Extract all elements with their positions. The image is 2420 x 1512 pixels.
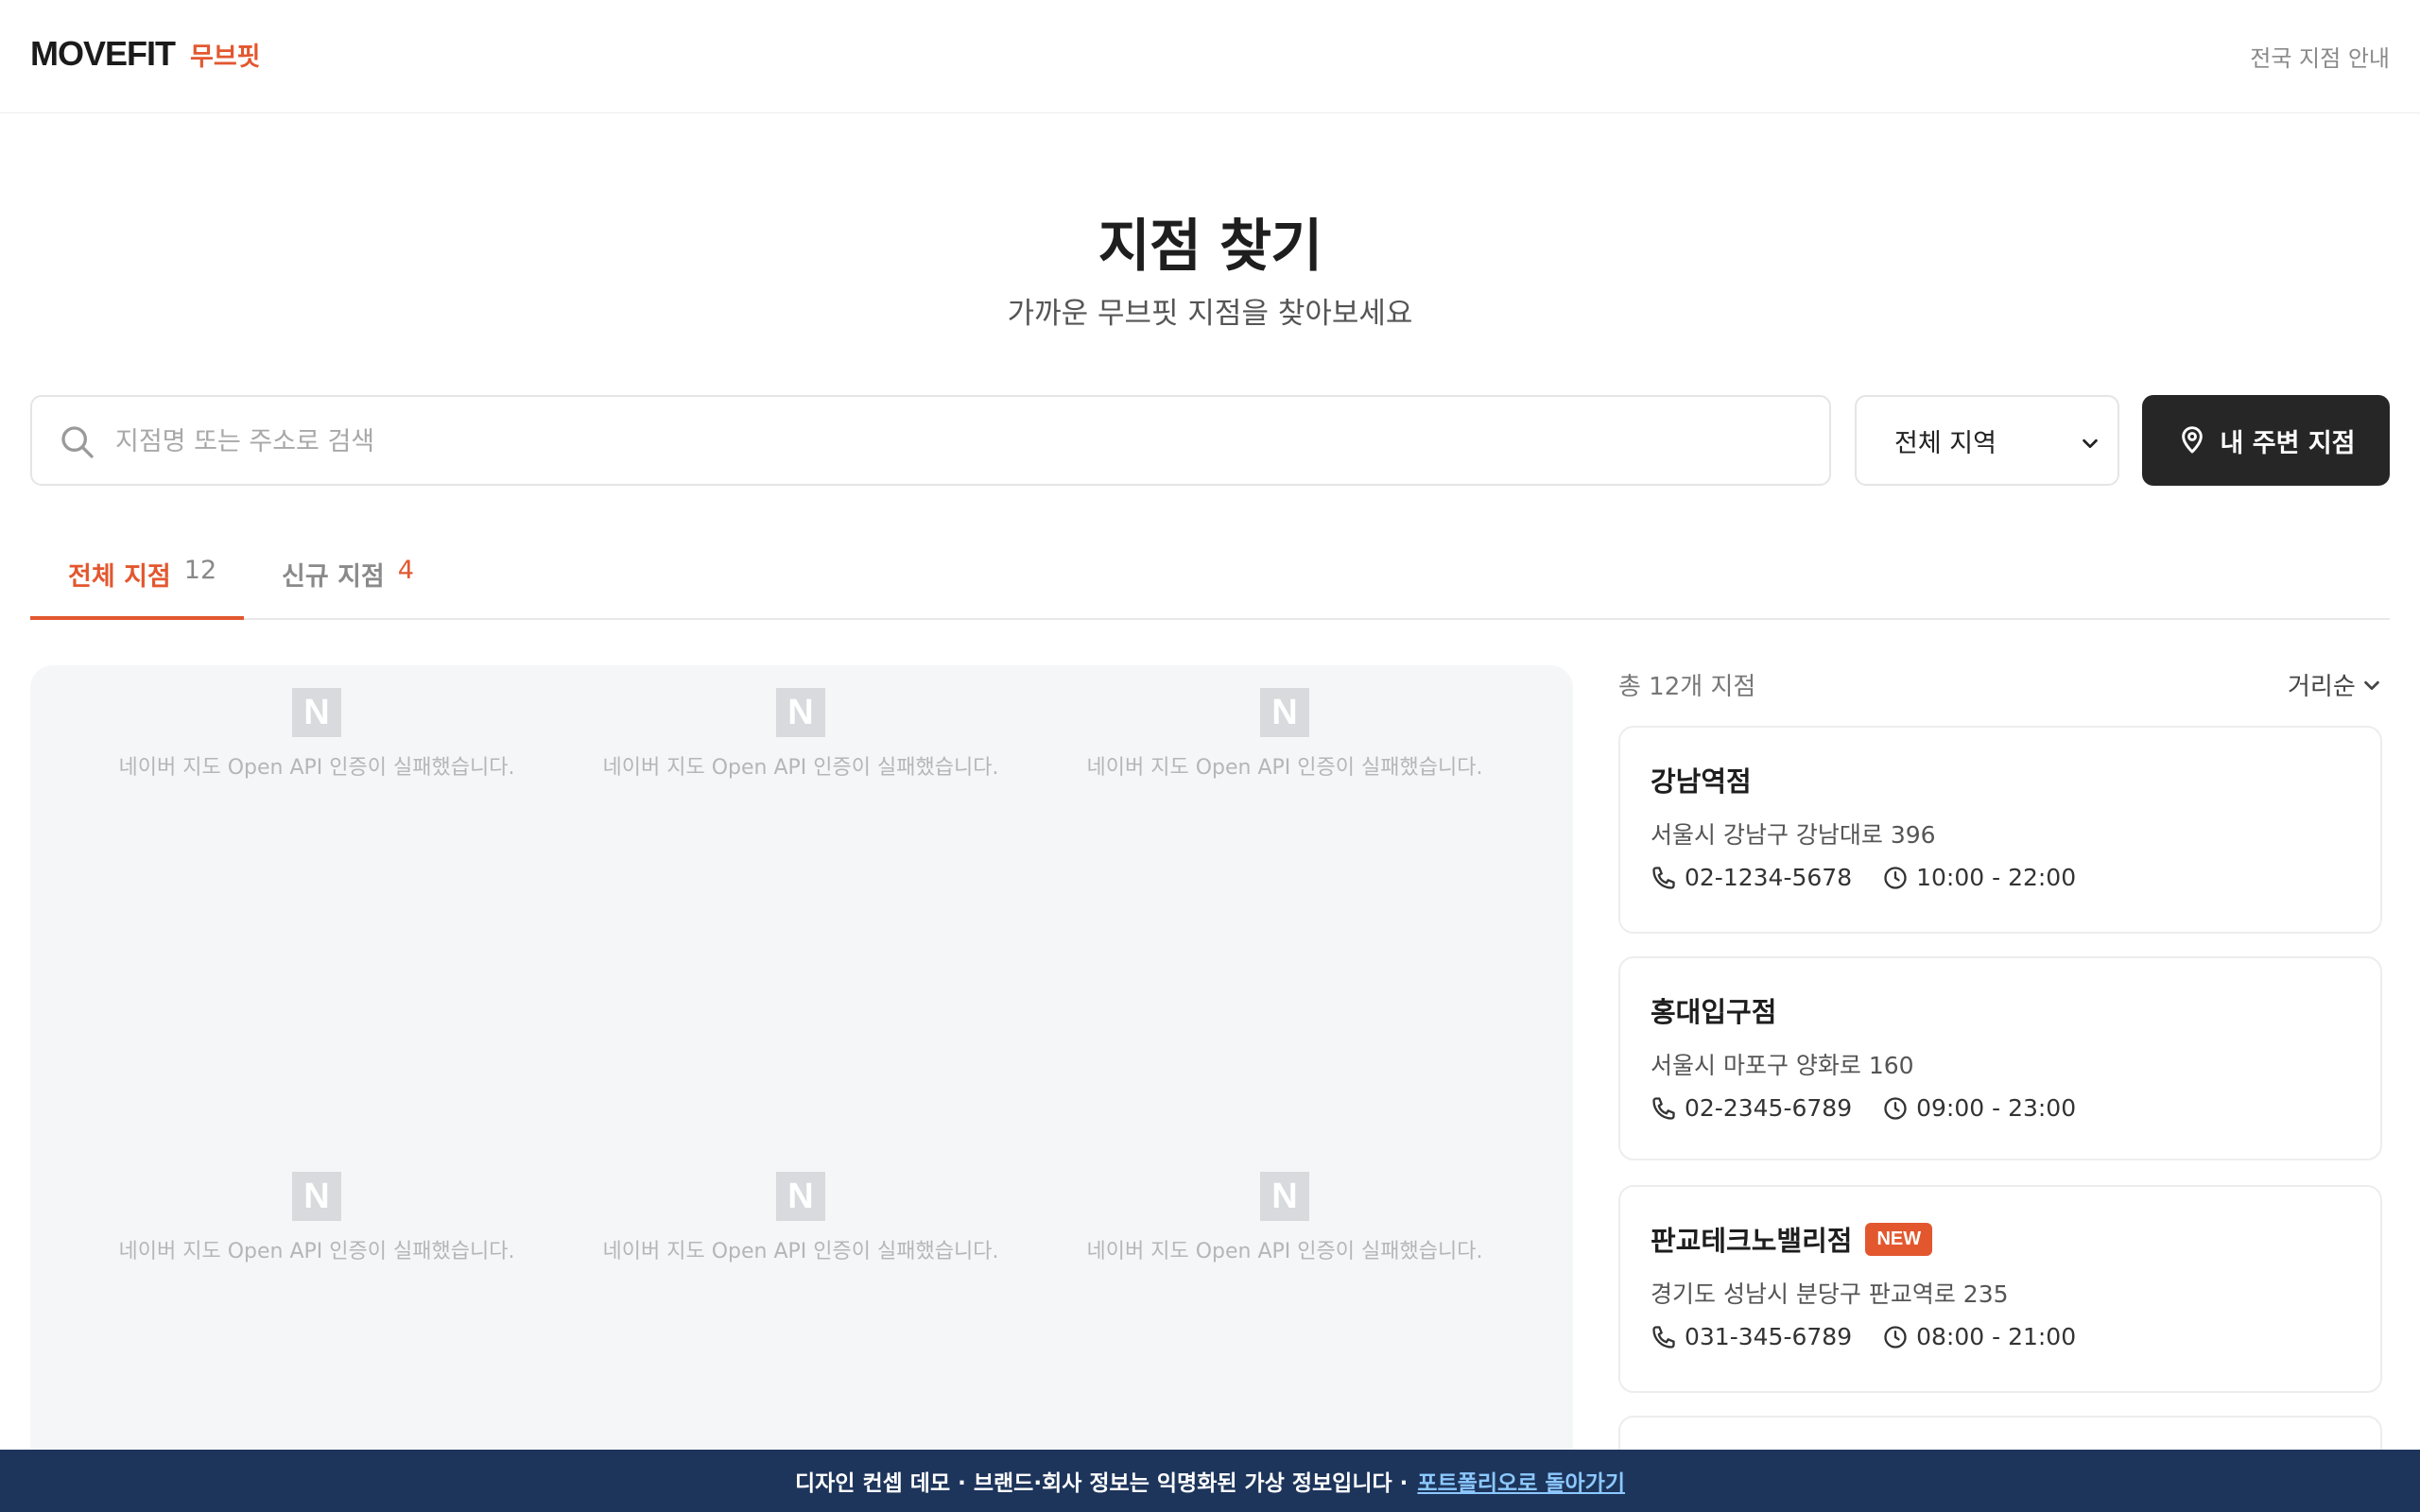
map-error-message: 네이버 지도 Open API 인증이 실패했습니다. [1086,1240,1483,1263]
branch-total-count: 총 12개 지점 [1618,673,1756,701]
branch-name: 판교테크노밸리점 [1651,1225,1853,1257]
naver-n-icon: N [292,688,341,737]
branch-hours: 09:00 - 23:00 [1916,1094,2077,1122]
map-tile: N 네이버 지도 Open API 인증이 실패했습니다. [1048,688,1521,781]
map-error-message: 네이버 지도 Open API 인증이 실패했습니다. [1086,756,1483,780]
branch-phone[interactable]: 02-2345-6789 [1685,1094,1852,1122]
logo-text-en: MOVEFIT [30,34,176,73]
location-pin-icon [2181,426,2203,454]
phone-icon [1652,1325,1675,1349]
clock-icon [1884,1325,1907,1349]
nearby-branches-label: 내 주변 지점 [2220,428,2356,458]
tab-all-branches[interactable]: 전체 지점 12 [30,556,244,620]
tab-count: 12 [183,556,217,585]
branch-name: 강남역점 [1651,765,1752,798]
branch-meta: 02-2345-6789 09:00 - 23:00 [1651,1094,2076,1122]
map-error-message: 네이버 지도 Open API 인증이 실패했습니다. [118,756,515,780]
clock-icon [1884,1096,1907,1120]
tab-label: 신규 지점 [282,562,385,592]
tab-label: 전체 지점 [68,562,171,592]
search-icon [61,426,94,458]
map-error-message: 네이버 지도 Open API 인증이 실패했습니다. [602,756,999,780]
naver-n-icon: N [1260,1172,1309,1221]
branch-phone[interactable]: 031-345-6789 [1685,1323,1852,1350]
branch-name: 홍대입구점 [1651,996,1777,1028]
map-tile: N 네이버 지도 Open API 인증이 실패했습니다. [80,688,553,781]
logo[interactable]: MOVEFIT 무브핏 [30,34,261,74]
map-error-message: 네이버 지도 Open API 인증이 실패했습니다. [602,1240,999,1263]
region-select[interactable]: 전체 지역 [1855,395,2119,486]
sort-label: 거리순 [2288,673,2356,701]
branch-hours: 10:00 - 22:00 [1916,864,2077,891]
branch-address: 서울시 강남구 강남대로 396 [1651,821,1936,849]
naver-n-icon: N [776,688,825,737]
search-input[interactable] [115,414,1807,469]
sort-dropdown[interactable]: 거리순 [2288,667,2382,702]
branch-phone[interactable]: 02-1234-5678 [1685,864,1852,891]
branch-card[interactable]: 강남역점 서울시 강남구 강남대로 396 02-1234-5678 10:00… [1618,726,2382,934]
nearby-branches-button[interactable]: 내 주변 지점 [2142,395,2390,486]
phone-icon [1652,1096,1675,1120]
branch-name-row: 판교테크노밸리점 NEW [1651,1219,1933,1259]
tab-new-branches[interactable]: 신규 지점 4 [282,556,414,618]
page-title: 지점 찾기 [1098,214,1323,280]
branch-name-row: 홍대입구점 [1651,990,1776,1030]
demo-notice-banner: 디자인 컨셉 데모 · 브랜드·회사 정보는 익명화된 가상 정보입니다 · 포… [0,1450,2420,1512]
branch-meta: 031-345-6789 08:00 - 21:00 [1651,1323,2076,1350]
chevron-down-icon [2363,680,2379,690]
branch-address: 경기도 성남시 분당구 판교역로 235 [1651,1280,2009,1308]
back-to-portfolio-link[interactable]: 포트폴리오로 돌아가기 [1417,1465,1625,1497]
map-tile: N 네이버 지도 Open API 인증이 실패했습니다. [564,688,1037,781]
nationwide-branches-link[interactable]: 전국 지점 안내 [2250,40,2390,73]
naver-n-icon: N [1260,688,1309,737]
tab-count: 4 [397,556,414,585]
site-header: MOVEFIT 무브핏 전국 지점 안내 [0,0,2420,113]
demo-notice-text: 디자인 컨셉 데모 · 브랜드·회사 정보는 익명화된 가상 정보입니다 · [794,1471,1409,1496]
branch-card[interactable]: 홍대입구점 서울시 마포구 양화로 160 02-2345-6789 09:00… [1618,956,2382,1160]
naver-n-icon: N [292,1172,341,1221]
branch-address: 서울시 마포구 양화로 160 [1651,1052,1914,1079]
new-badge: NEW [1865,1222,1933,1256]
chevron-down-icon [2083,438,2098,449]
map-tile: N 네이버 지도 Open API 인증이 실패했습니다. [80,1172,553,1264]
branch-card[interactable]: 판교테크노밸리점 NEW 경기도 성남시 분당구 판교역로 235 031-34… [1618,1185,2382,1393]
page-subtitle: 가까운 무브핏 지점을 찾아보세요 [1007,297,1413,331]
phone-icon [1652,866,1675,889]
naver-n-icon: N [776,1172,825,1221]
map-tile: N 네이버 지도 Open API 인증이 실패했습니다. [564,1172,1037,1264]
search-box [30,395,1831,486]
branch-hours: 08:00 - 21:00 [1916,1323,2077,1350]
clock-icon [1884,866,1907,889]
map-panel[interactable]: N 네이버 지도 Open API 인증이 실패했습니다. N 네이버 지도 O… [30,665,1573,1512]
logo-text-ko: 무브핏 [190,43,261,72]
map-error-message: 네이버 지도 Open API 인증이 실패했습니다. [118,1240,515,1263]
branch-tabs: 전체 지점 12 신규 지점 4 [30,529,2390,620]
map-tile: N 네이버 지도 Open API 인증이 실패했습니다. [1048,1172,1521,1264]
branch-meta: 02-1234-5678 10:00 - 22:00 [1651,864,2076,891]
region-select-value: 전체 지역 [1894,428,1996,458]
branch-name-row: 강남역점 [1651,760,1752,799]
